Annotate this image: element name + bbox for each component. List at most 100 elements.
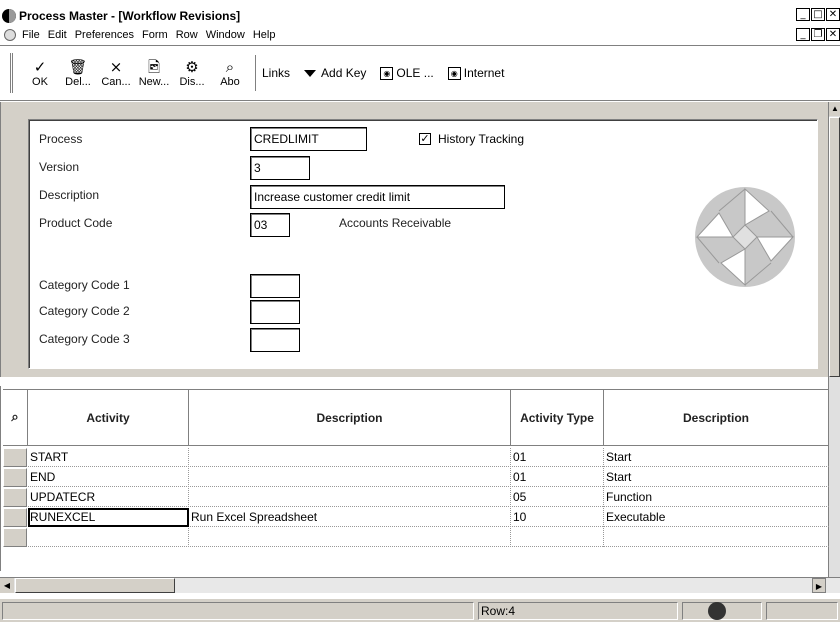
- about-label: Abo: [220, 76, 240, 88]
- trash-icon: 🗑: [68, 58, 88, 76]
- activity-cell[interactable]: [28, 528, 189, 547]
- window-title: Process Master - [Workflow Revisions]: [19, 9, 241, 23]
- description-cell[interactable]: Run Excel Spreadsheet: [189, 508, 511, 527]
- delete-button[interactable]: 🗑 Del...: [59, 58, 97, 88]
- vertical-scrollbar[interactable]: ▲: [828, 102, 840, 592]
- type-description-cell[interactable]: Executable: [604, 508, 829, 527]
- table-row[interactable]: RUNEXCEL Run Excel Spreadsheet 10 Execut…: [28, 508, 829, 527]
- app-icon[interactable]: [2, 9, 16, 23]
- activity-type-cell[interactable]: 01: [511, 468, 604, 487]
- display-icon: ⚙: [185, 58, 199, 76]
- row-selector[interactable]: [3, 508, 27, 527]
- description-cell[interactable]: [189, 448, 511, 467]
- menu-preferences[interactable]: Preferences: [75, 29, 134, 41]
- display-label: Dis...: [179, 76, 205, 88]
- row-selector[interactable]: [3, 468, 27, 487]
- scroll-left-icon[interactable]: ◀: [0, 578, 14, 593]
- new-icon: 🖻: [147, 58, 161, 76]
- maximize-button[interactable]: □: [811, 8, 825, 21]
- workflow-logo-icon: [689, 181, 801, 293]
- toolbar: ✓ OK 🗑 Del... × Can... 🖻 New... ⚙ Dis...…: [0, 45, 840, 101]
- check-icon: ✓: [33, 58, 47, 76]
- cancel-button[interactable]: × Can...: [97, 58, 135, 88]
- horizontal-scrollbar[interactable]: ◀ ▶: [0, 577, 840, 593]
- table-row-empty[interactable]: [28, 528, 829, 547]
- delete-label: Del...: [65, 76, 91, 88]
- add-key-button[interactable]: Add Key: [304, 66, 366, 80]
- description-field[interactable]: Increase customer credit limit: [250, 185, 505, 209]
- table-row[interactable]: END 01 Start: [28, 468, 829, 487]
- row-selector[interactable]: [3, 528, 27, 547]
- internet-icon: ◉: [447, 66, 461, 80]
- table-row[interactable]: UPDATECR 05 Function: [28, 488, 829, 507]
- version-field[interactable]: 3: [250, 156, 310, 180]
- table-row[interactable]: START 01 Start: [28, 448, 829, 467]
- links-button[interactable]: Links: [262, 66, 290, 80]
- activity-cell[interactable]: START: [28, 448, 189, 467]
- column-header-description[interactable]: Description: [189, 389, 511, 446]
- form-panel: Process CREDLIMIT ✓ History Tracking Ver…: [28, 119, 818, 369]
- activity-type-cell[interactable]: 10: [511, 508, 604, 527]
- category-code-3-field[interactable]: [250, 328, 300, 352]
- version-label: Version: [39, 160, 80, 174]
- row-selector[interactable]: [3, 448, 27, 467]
- product-code-field[interactable]: 03: [250, 213, 290, 237]
- activity-cell[interactable]: UPDATECR: [28, 488, 189, 507]
- row-selector[interactable]: [3, 488, 27, 507]
- doc-restore-button[interactable]: ❐: [811, 28, 825, 41]
- type-description-cell[interactable]: Function: [604, 488, 829, 507]
- product-code-label: Product Code: [39, 216, 113, 230]
- display-button[interactable]: ⚙ Dis...: [173, 58, 211, 88]
- doc-minimize-button[interactable]: _: [796, 28, 810, 41]
- grid-query-header[interactable]: ⌕: [3, 389, 28, 446]
- type-description-cell[interactable]: Start: [604, 468, 829, 487]
- description-cell[interactable]: [189, 528, 511, 547]
- document-icon[interactable]: [4, 29, 16, 41]
- internet-button[interactable]: ◉ Internet: [447, 66, 504, 80]
- new-button[interactable]: 🖻 New...: [135, 58, 173, 88]
- cancel-label: Can...: [101, 76, 131, 88]
- category-code-2-field[interactable]: [250, 300, 300, 324]
- activity-cell[interactable]: END: [28, 468, 189, 487]
- menu-window[interactable]: Window: [206, 29, 245, 41]
- process-field[interactable]: CREDLIMIT: [250, 127, 367, 151]
- activity-type-cell[interactable]: 05: [511, 488, 604, 507]
- history-tracking-checkbox[interactable]: ✓ History Tracking: [419, 132, 524, 146]
- column-header-activity[interactable]: Activity: [28, 389, 189, 446]
- category-code-2-label: Category Code 2: [39, 304, 130, 318]
- category-code-1-field[interactable]: [250, 274, 300, 298]
- activity-type-cell[interactable]: [511, 528, 604, 547]
- type-description-cell[interactable]: [604, 528, 829, 547]
- activity-cell[interactable]: RUNEXCEL: [28, 508, 189, 527]
- ok-button[interactable]: ✓ OK: [21, 58, 59, 88]
- description-cell[interactable]: [189, 468, 511, 487]
- activity-type-cell[interactable]: 01: [511, 448, 604, 467]
- ole-icon: ◉: [380, 66, 394, 80]
- menu-row[interactable]: Row: [176, 29, 198, 41]
- cancel-icon: ×: [109, 58, 123, 76]
- scroll-up-icon[interactable]: ▲: [829, 102, 840, 116]
- doc-close-button[interactable]: ✕: [826, 28, 840, 41]
- document-window-controls: _ ❐ ✕: [795, 28, 840, 41]
- vertical-scroll-thumb[interactable]: [829, 117, 840, 377]
- query-icon: ⌕: [11, 410, 19, 425]
- about-button[interactable]: ⌕ Abo: [211, 58, 249, 88]
- ole-label: OLE ...: [396, 66, 434, 80]
- horizontal-scroll-thumb[interactable]: [15, 578, 175, 593]
- ole-button[interactable]: ◉ OLE ...: [380, 66, 434, 80]
- type-description-cell[interactable]: Start: [604, 448, 829, 467]
- menu-help[interactable]: Help: [253, 29, 276, 41]
- column-header-activity-type[interactable]: Activity Type: [511, 389, 604, 446]
- scroll-right-icon[interactable]: ▶: [812, 578, 826, 593]
- toolbar-grip[interactable]: [10, 53, 13, 93]
- minimize-button[interactable]: _: [796, 8, 810, 21]
- menu-form[interactable]: Form: [142, 29, 168, 41]
- menu-edit[interactable]: Edit: [48, 29, 67, 41]
- category-code-1-label: Category Code 1: [39, 278, 130, 292]
- menu-file[interactable]: File: [22, 29, 40, 41]
- status-row-indicator: Row:4: [478, 602, 678, 620]
- close-button[interactable]: ✕: [826, 8, 840, 21]
- description-cell[interactable]: [189, 488, 511, 507]
- column-header-type-description[interactable]: Description: [604, 389, 829, 446]
- arrow-down-icon: [304, 69, 317, 77]
